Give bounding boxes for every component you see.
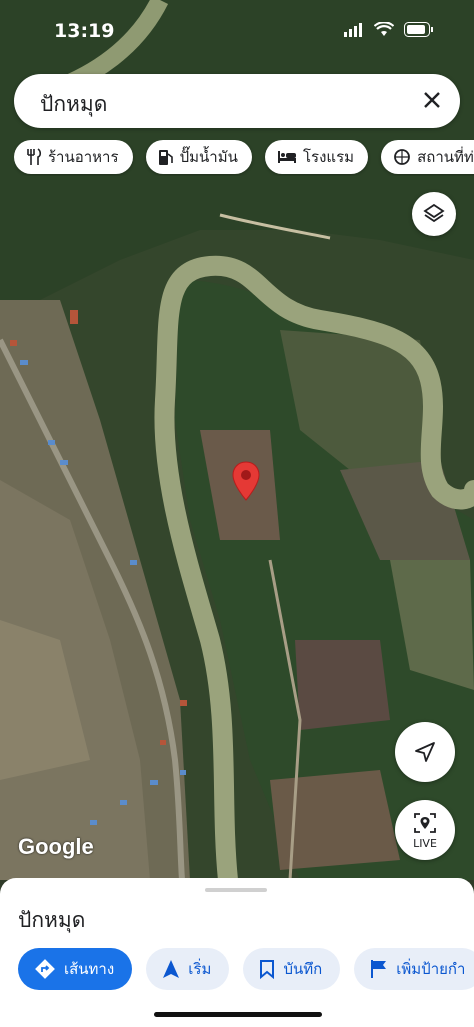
search-bar[interactable]: ปักหมุด — [14, 74, 460, 128]
place-sheet[interactable]: ปักหมุด เส้นทาง เริ่ม บันทึก เพิ่มป้ายกำ — [0, 878, 474, 1027]
directions-label: เส้นทาง — [64, 960, 115, 978]
live-label: LIVE — [413, 836, 437, 850]
gas-station-icon — [158, 150, 173, 165]
chip-restaurant[interactable]: ร้านอาหาร — [14, 140, 133, 174]
chip-gas-station[interactable]: ปั๊มน้ำมัน — [145, 140, 252, 174]
bookmark-icon — [260, 960, 275, 979]
my-location-button[interactable] — [395, 722, 455, 782]
home-indicator — [154, 1012, 322, 1017]
layers-button[interactable] — [412, 192, 456, 236]
chip-label: สถานที่ท่องเที่ — [417, 148, 474, 166]
category-chips: ร้านอาหาร ปั๊มน้ำมัน โรงแรม สถานที่ท่องเ… — [14, 140, 474, 176]
chip-label: โรงแรม — [302, 148, 355, 166]
chip-label: ปั๊มน้ำมัน — [179, 148, 238, 166]
chip-attractions[interactable]: สถานที่ท่องเที่ — [381, 140, 474, 174]
close-icon[interactable] — [420, 88, 444, 112]
battery-icon — [404, 22, 433, 37]
action-buttons: เส้นทาง เริ่ม บันทึก เพิ่มป้ายกำ — [18, 948, 474, 992]
wifi-icon — [374, 22, 394, 36]
flag-icon — [371, 960, 387, 978]
add-label-label: เพิ่มป้ายกำ — [396, 960, 466, 978]
signal-icon — [344, 22, 362, 37]
start-label: เริ่ม — [188, 960, 212, 978]
start-button[interactable]: เริ่ม — [146, 948, 230, 990]
save-label: บันทึก — [283, 960, 323, 978]
location-pin-icon[interactable] — [231, 460, 261, 504]
restaurant-icon — [27, 148, 42, 165]
directions-icon — [35, 959, 55, 979]
chip-label: ร้านอาหาร — [48, 148, 119, 166]
live-view-icon — [414, 812, 436, 833]
navigation-arrow-icon — [415, 742, 435, 762]
live-view-button[interactable]: LIVE — [395, 800, 455, 860]
navigation-arrow-icon — [163, 960, 180, 978]
place-title: ปักหมุด — [18, 908, 86, 932]
layers-icon — [423, 203, 445, 223]
save-button[interactable]: บันทึก — [243, 948, 341, 990]
search-query[interactable]: ปักหมุด — [40, 88, 107, 121]
google-attribution: Google — [18, 834, 94, 859]
status-time: 13:19 — [54, 20, 115, 42]
directions-button[interactable]: เส้นทาง — [18, 948, 133, 990]
add-label-button[interactable]: เพิ่มป้ายกำ — [354, 948, 474, 990]
attraction-icon — [394, 149, 411, 165]
status-bar: 13:19 — [0, 0, 474, 62]
hotel-icon — [277, 151, 296, 163]
chip-hotel[interactable]: โรงแรม — [264, 140, 369, 174]
sheet-drag-handle[interactable] — [205, 888, 267, 892]
status-icons — [344, 22, 434, 37]
